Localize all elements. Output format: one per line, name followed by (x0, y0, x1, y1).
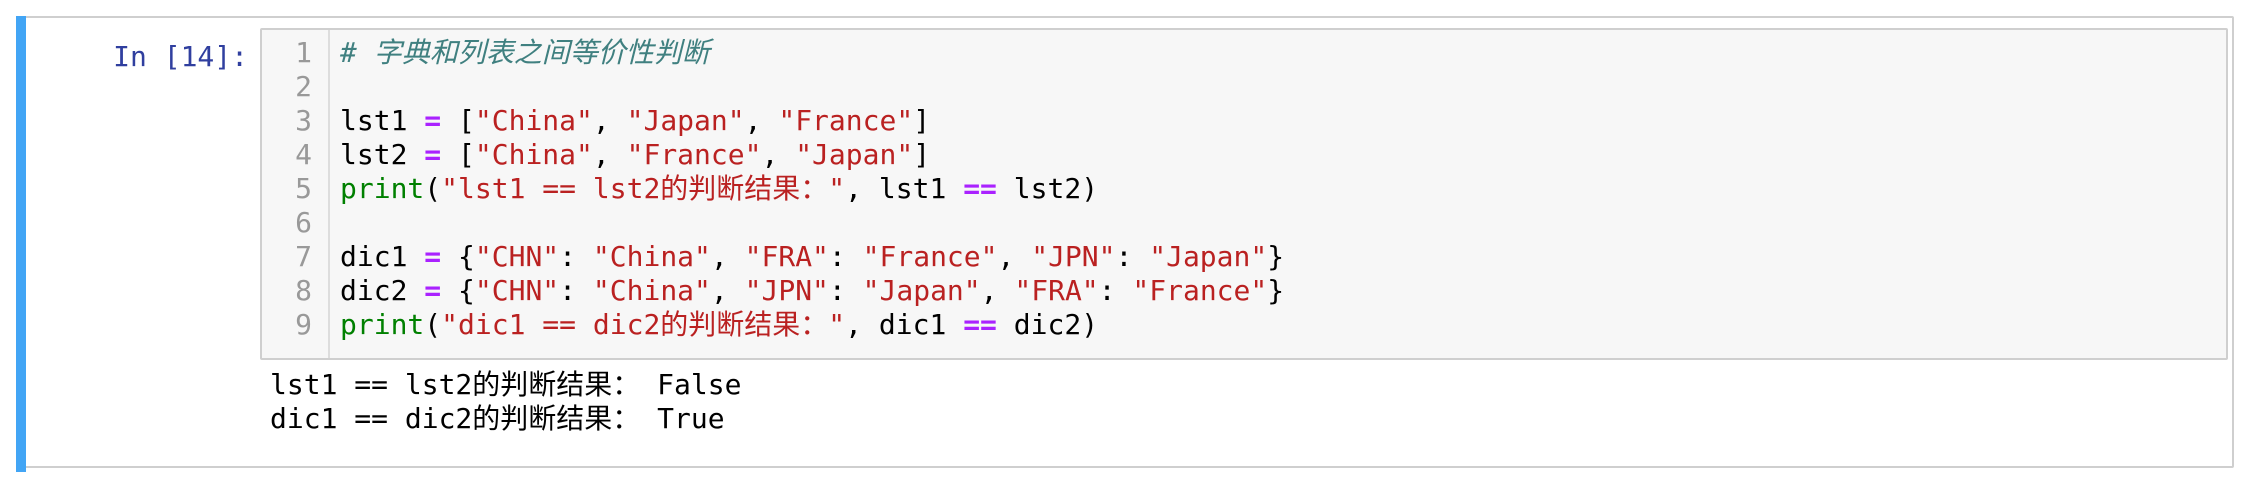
string-literal: "China" (592, 274, 711, 307)
punctuation: , (592, 138, 627, 171)
punctuation: , (761, 138, 796, 171)
code-line-7: dic1 = {"CHN": "China", "FRA": "France",… (340, 240, 1284, 274)
line-number: 5 (295, 172, 312, 205)
punctuation: , (997, 240, 1032, 273)
punctuation: } (1267, 240, 1285, 273)
code-text: , dic1 (845, 308, 964, 341)
code-editor[interactable]: 1 2 3 4 5 6 7 8 9 # 字典和列表之间等价性判断 lst1 = … (260, 28, 2228, 360)
builtin-function: print (340, 308, 425, 341)
punctuation: , (710, 274, 745, 307)
punctuation: , (710, 240, 745, 273)
punctuation: } (1267, 274, 1285, 307)
punctuation: : (1098, 274, 1133, 307)
string-literal: "dic1 == dic2的判断结果：" (441, 308, 846, 341)
string-literal: "CHN" (474, 274, 560, 307)
operator: == (963, 172, 997, 205)
punctuation: { (441, 274, 475, 307)
punctuation: : (559, 274, 593, 307)
variable: lst2 (340, 138, 425, 171)
punctuation: : (828, 240, 863, 273)
string-literal: "Japan" (862, 274, 981, 307)
operator: = (424, 138, 442, 171)
line-number: 6 (295, 206, 312, 239)
string-literal: "France" (862, 240, 998, 273)
punctuation: ( (424, 172, 442, 205)
code-comment: # 字典和列表之间等价性判断 (340, 36, 710, 69)
code-line-5: print("lst1 == lst2的判断结果：", lst1 == lst2… (340, 172, 1098, 206)
line-number: 3 (295, 104, 312, 137)
code-line-9: print("dic1 == dic2的判断结果：", dic1 == dic2… (340, 308, 1098, 342)
code-line-8: dic2 = {"CHN": "China", "JPN": "Japan", … (340, 274, 1284, 308)
punctuation: ] (913, 104, 931, 137)
string-literal: "JPN" (744, 274, 829, 307)
punctuation: : (1115, 240, 1150, 273)
punctuation: { (441, 240, 475, 273)
code-text: dic2) (996, 308, 1099, 341)
string-literal: "France" (1132, 274, 1268, 307)
string-literal: "FRA" (1014, 274, 1099, 307)
line-number: 1 (295, 36, 312, 69)
punctuation: ] (913, 138, 931, 171)
line-number: 8 (295, 274, 312, 307)
operator: = (424, 104, 442, 137)
string-literal: "China" (592, 240, 711, 273)
punctuation: , (744, 104, 779, 137)
string-literal: "CHN" (474, 240, 560, 273)
string-literal: "China" (474, 104, 593, 137)
variable: dic2 (340, 274, 425, 307)
line-number: 9 (295, 308, 312, 341)
builtin-function: print (340, 172, 425, 205)
code-line-1: # 字典和列表之间等价性判断 (340, 36, 710, 70)
cell-selection-bar (16, 16, 26, 472)
variable: dic1 (340, 240, 425, 273)
code-line-3: lst1 = ["China", "Japan", "France"] (340, 104, 930, 138)
string-literal: "China" (474, 138, 593, 171)
punctuation: : (828, 274, 863, 307)
string-literal: "JPN" (1031, 240, 1116, 273)
string-literal: "Japan" (1149, 240, 1268, 273)
operator: == (963, 308, 997, 341)
operator: = (424, 274, 442, 307)
punctuation: [ (441, 138, 475, 171)
output-line: lst1 == lst2的判断结果： False (270, 368, 742, 401)
code-cell[interactable]: In [14]: 1 2 3 4 5 6 7 8 9 # 字典和列表之间等价性判… (16, 16, 2234, 472)
output-line: dic1 == dic2的判断结果： True (270, 402, 725, 435)
string-literal: "Japan" (795, 138, 914, 171)
string-literal: "France" (626, 138, 762, 171)
code-line-4: lst2 = ["China", "France", "Japan"] (340, 138, 930, 172)
line-number: 2 (295, 70, 312, 103)
string-literal: "lst1 == lst2的判断结果：" (441, 172, 846, 205)
punctuation: , (592, 104, 627, 137)
string-literal: "FRA" (744, 240, 829, 273)
code-text: lst2) (996, 172, 1099, 205)
input-prompt: In [14]: (113, 40, 248, 73)
punctuation: ( (424, 308, 442, 341)
punctuation: , (980, 274, 1015, 307)
punctuation: [ (441, 104, 475, 137)
string-literal: "Japan" (626, 104, 745, 137)
operator: = (424, 240, 442, 273)
cell-output: lst1 == lst2的判断结果： False dic1 == dic2的判断… (270, 368, 741, 436)
line-number: 4 (295, 138, 312, 171)
punctuation: : (559, 240, 593, 273)
line-number: 7 (295, 240, 312, 273)
line-number-gutter: 1 2 3 4 5 6 7 8 9 (262, 30, 330, 358)
variable: lst1 (340, 104, 425, 137)
string-literal: "France" (778, 104, 914, 137)
code-text: , lst1 (845, 172, 964, 205)
